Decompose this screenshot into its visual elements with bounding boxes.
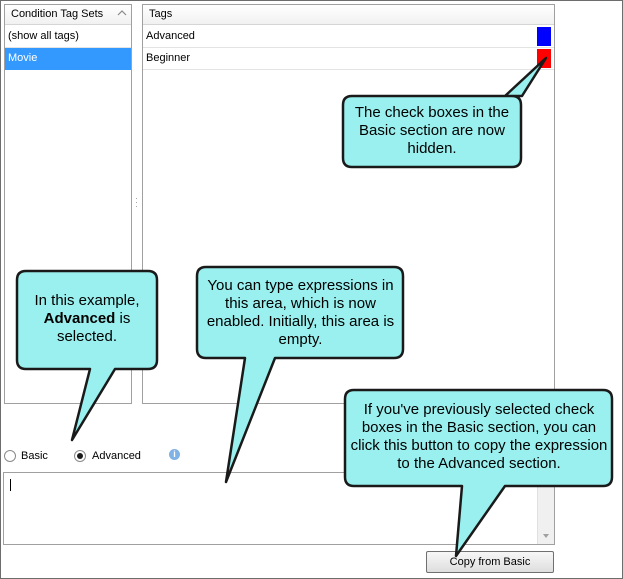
list-item-label: (show all tags) <box>8 30 79 42</box>
callout-example-pre: In this example, <box>34 292 140 309</box>
basic-radio-label[interactable]: Basic <box>21 450 48 462</box>
callout-example-text: In this example, Advanced is selected. <box>22 292 152 346</box>
text-caret <box>10 479 11 491</box>
tag-row-advanced[interactable]: Advanced <box>143 26 554 48</box>
tag-set-item-show-all[interactable]: (show all tags) <box>5 26 131 48</box>
copy-from-basic-button[interactable]: Copy from Basic <box>426 551 554 573</box>
callout-type-expressions-text: You can type expressions in this area, w… <box>206 277 395 348</box>
scroll-down-arrow-icon[interactable] <box>543 534 549 538</box>
scroll-up-arrow-icon[interactable] <box>543 478 549 482</box>
list-item-label: Movie <box>8 52 38 64</box>
expression-textarea[interactable] <box>3 472 555 545</box>
basic-radio[interactable] <box>4 450 16 462</box>
callout-copy-hint-text: If you've previously selected check boxe… <box>350 401 608 472</box>
info-icon[interactable]: i <box>169 449 180 460</box>
vertical-scrollbar[interactable] <box>537 473 554 544</box>
tag-label: Advanced <box>146 30 195 42</box>
column-header-condition-tag-sets[interactable]: Condition Tag Sets <box>5 5 131 25</box>
callout-example-bold: Advanced <box>43 310 116 327</box>
tag-color-swatch[interactable] <box>537 49 551 68</box>
advanced-radio-label[interactable]: Advanced <box>92 450 141 462</box>
tag-label: Beginner <box>146 52 191 64</box>
callout-hidden-checkboxes-text: The check boxes in the Basic section are… <box>354 104 510 157</box>
column-header-label: Tags <box>149 8 173 20</box>
tag-row-beginner[interactable]: Beginner <box>143 48 554 70</box>
column-header-tags[interactable]: Tags <box>143 5 554 25</box>
sort-up-icon <box>117 10 127 16</box>
column-header-label: Condition Tag Sets <box>11 8 104 20</box>
tag-color-swatch[interactable] <box>537 27 551 46</box>
tag-set-item-movie[interactable]: Movie <box>5 48 131 70</box>
advanced-radio[interactable] <box>74 450 86 462</box>
splitter-grip-icon[interactable]: · · · <box>135 194 138 211</box>
